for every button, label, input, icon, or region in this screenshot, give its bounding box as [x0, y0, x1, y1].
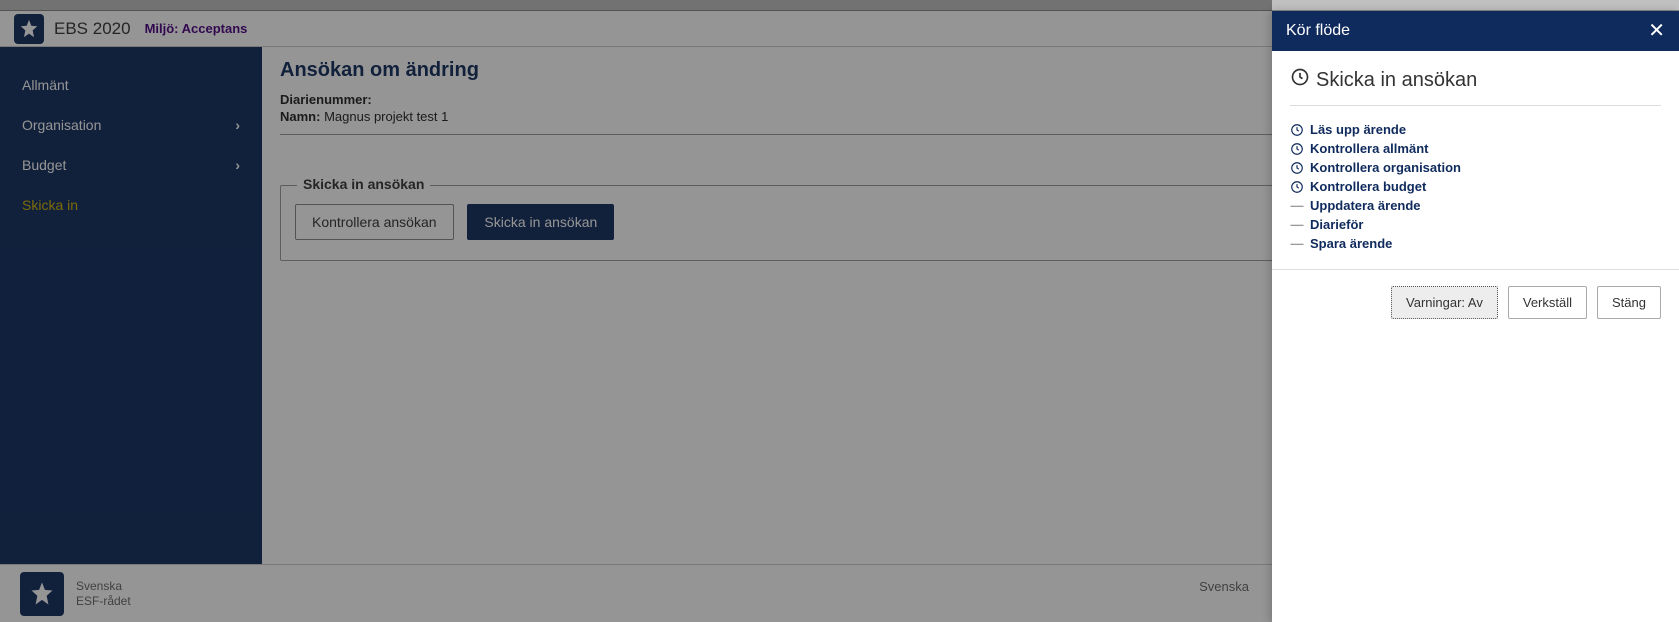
meta-value: Magnus projekt test 1 — [324, 109, 448, 124]
flow-step: Läs upp ärende — [1290, 120, 1661, 139]
chevron-right-icon: › — [235, 117, 240, 133]
fieldset-legend: Skicka in ansökan — [297, 176, 430, 192]
dash-icon: — — [1290, 237, 1304, 251]
flow-steps: Läs upp ärende Kontrollera allmänt Kontr… — [1290, 120, 1661, 253]
footer-org-name: Svenska ESF-rådet — [76, 579, 131, 608]
panel-title: Skicka in ansökan — [1290, 67, 1661, 106]
flow-step: — Spara ärende — [1290, 234, 1661, 253]
dash-icon: — — [1290, 218, 1304, 232]
sidebar-item-label: Organisation — [22, 117, 101, 133]
flow-step-label: Spara ärende — [1310, 236, 1392, 251]
sidebar-item-label: Budget — [22, 157, 66, 173]
flow-step-label: Läs upp ärende — [1310, 122, 1406, 137]
flow-step-label: Kontrollera organisation — [1310, 160, 1461, 175]
meta-label: Namn: — [280, 109, 320, 124]
footer-org-line1: Svenska — [76, 579, 131, 593]
clock-icon — [1290, 180, 1304, 194]
close-icon[interactable]: ✕ — [1648, 21, 1665, 41]
execute-button[interactable]: Verkställ — [1508, 286, 1587, 319]
flow-step: Kontrollera allmänt — [1290, 139, 1661, 158]
sidebar-item-label: Skicka in — [22, 197, 78, 213]
flow-step: Kontrollera budget — [1290, 177, 1661, 196]
sidebar-item-budget[interactable]: Budget › — [0, 145, 262, 185]
environment-label: Miljö: Acceptans — [145, 21, 248, 36]
skicka-in-ansokan-button[interactable]: Skicka in ansökan — [467, 204, 614, 240]
meta-label: Diarienummer: — [280, 92, 372, 107]
flow-step-label: Kontrollera allmänt — [1310, 141, 1428, 156]
sidebar: Allmänt Organisation › Budget › Skicka i… — [0, 47, 262, 564]
flow-step: Kontrollera organisation — [1290, 158, 1661, 177]
sidebar-item-allmant[interactable]: Allmänt — [0, 65, 262, 105]
flow-step-label: Diarieför — [1310, 217, 1363, 232]
flow-step-label: Kontrollera budget — [1310, 179, 1426, 194]
panel-header: Kör flöde ✕ — [1272, 11, 1679, 51]
star-icon — [18, 18, 40, 40]
app-logo — [14, 14, 44, 44]
panel-title-text: Skicka in ansökan — [1316, 69, 1477, 92]
browser-chrome-bar — [0, 0, 1679, 11]
clock-icon — [1290, 161, 1304, 175]
sidebar-item-label: Allmänt — [22, 77, 69, 93]
app-title: EBS 2020 — [54, 19, 131, 39]
sidebar-item-skicka-in[interactable]: Skicka in — [0, 185, 262, 225]
panel-header-title: Kör flöde — [1286, 22, 1350, 40]
clock-icon — [1290, 67, 1310, 93]
flow-step: — Uppdatera ärende — [1290, 196, 1661, 215]
star-icon — [28, 580, 56, 608]
clock-icon — [1290, 123, 1304, 137]
close-button[interactable]: Stäng — [1597, 286, 1661, 319]
dash-icon: — — [1290, 199, 1304, 213]
warnings-toggle-button[interactable]: Varningar: Av — [1391, 286, 1498, 319]
panel-actions: Varningar: Av Verkställ Stäng — [1272, 269, 1679, 335]
kontrollera-ansokan-button[interactable]: Kontrollera ansökan — [295, 204, 454, 240]
footer-org-line2: ESF-rådet — [76, 594, 131, 608]
chevron-right-icon: › — [235, 157, 240, 173]
flow-step-label: Uppdatera ärende — [1310, 198, 1421, 213]
sidebar-item-organisation[interactable]: Organisation › — [0, 105, 262, 145]
footer-logo — [20, 572, 64, 616]
flow-panel: Kör flöde ✕ Skicka in ansökan Läs upp är… — [1272, 11, 1679, 622]
flow-step: — Diarieför — [1290, 215, 1661, 234]
clock-icon — [1290, 142, 1304, 156]
language-label: Svenska — [1199, 579, 1249, 594]
